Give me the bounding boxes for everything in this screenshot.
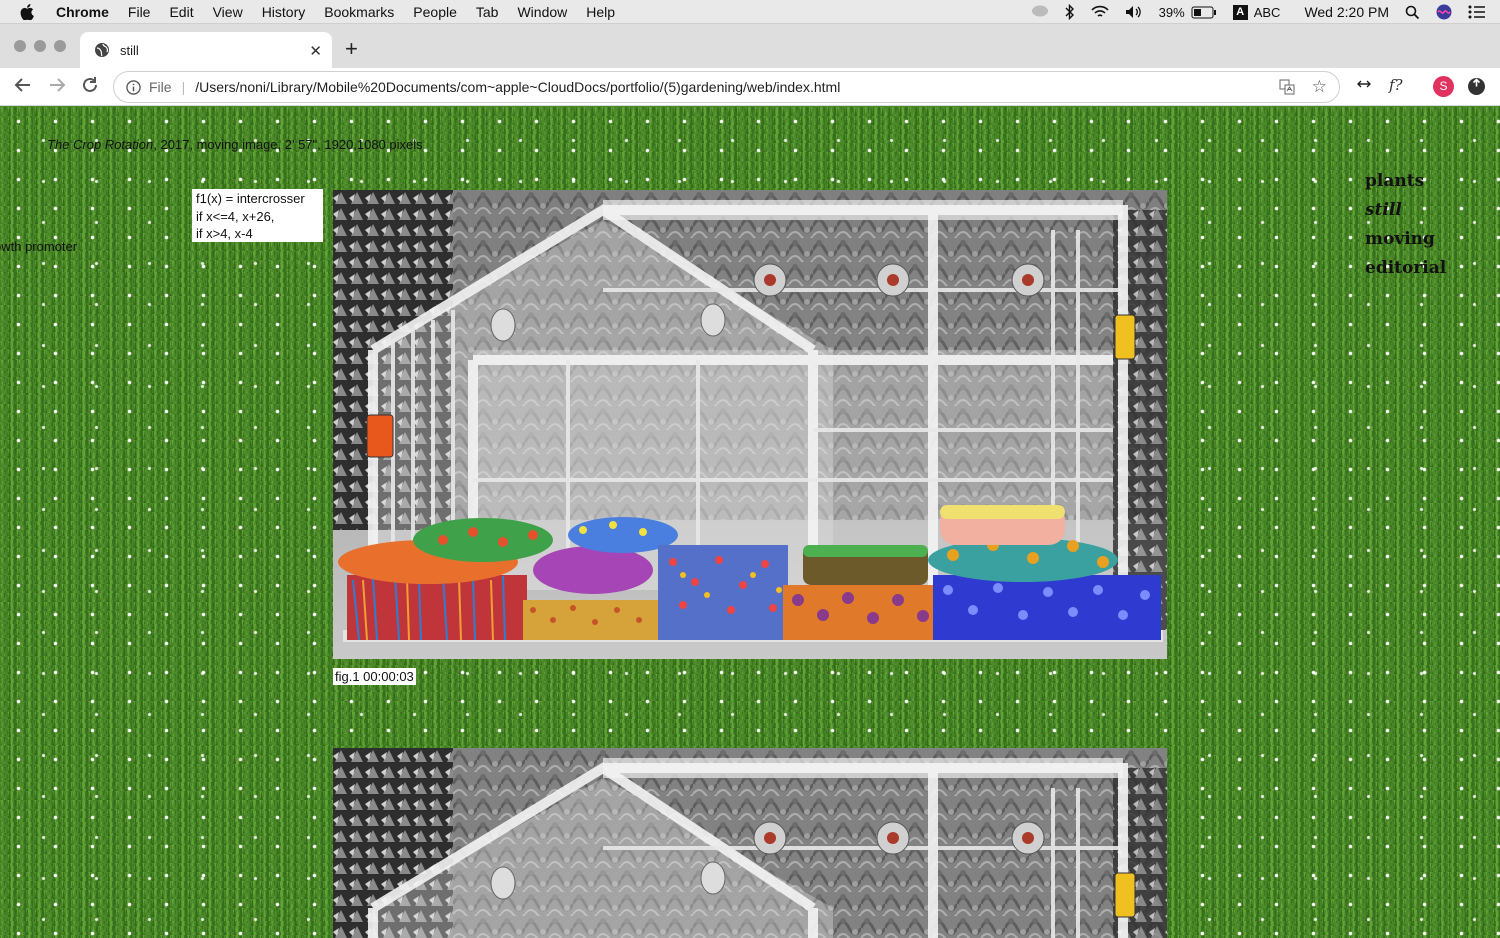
greenhouse-still-image-2 — [333, 748, 1167, 938]
translate-icon[interactable] — [1279, 79, 1295, 98]
browser-toolbar: File | /Users/noni/Library/Mobile%20Docu… — [0, 68, 1500, 106]
url-text[interactable]: /Users/noni/Library/Mobile%20Documents/c… — [195, 79, 840, 95]
nav-link-plants[interactable]: plants — [1365, 167, 1446, 196]
battery-percent: 39% — [1158, 4, 1185, 20]
globe-icon — [95, 43, 109, 57]
info-icon[interactable] — [126, 79, 141, 95]
figure-caption: fig.1 00:00:03 — [333, 668, 416, 685]
tab-still[interactable]: still ✕ — [80, 32, 332, 68]
function-line: if x>4, x-4 — [196, 226, 253, 241]
menu-view[interactable]: View — [213, 4, 243, 20]
battery-icon[interactable] — [1191, 6, 1217, 19]
spotlight-search-icon[interactable] — [1405, 5, 1420, 20]
menu-people[interactable]: People — [413, 4, 457, 20]
notification-center-icon[interactable] — [1468, 5, 1486, 19]
minimize-window-button[interactable] — [34, 40, 46, 52]
menu-file[interactable]: File — [128, 4, 151, 20]
bluetooth-icon[interactable] — [1065, 4, 1075, 20]
menu-bookmarks[interactable]: Bookmarks — [324, 4, 394, 20]
wifi-icon[interactable] — [1091, 5, 1109, 19]
close-tab-icon[interactable]: ✕ — [309, 42, 322, 60]
forward-arrow-icon[interactable] — [48, 76, 66, 98]
url-scheme-label: File — [149, 79, 172, 95]
nav-link-still[interactable]: still — [1365, 196, 1446, 225]
apple-logo-icon[interactable] — [20, 3, 38, 20]
close-window-button[interactable] — [14, 40, 26, 52]
new-tab-button[interactable]: + — [345, 38, 358, 60]
bookmark-star-icon[interactable]: ☆ — [1312, 77, 1327, 97]
menu-tab[interactable]: Tab — [476, 4, 499, 20]
menu-help[interactable]: Help — [586, 4, 615, 20]
extension-f-icon[interactable]: f? — [1389, 76, 1403, 94]
work-details: , 2017, moving image, 2' 57", 1920,1080 … — [153, 137, 423, 152]
menu-chrome[interactable]: Chrome — [56, 4, 109, 20]
profile-avatar[interactable]: S — [1433, 76, 1454, 97]
menu-window[interactable]: Window — [517, 4, 567, 20]
messages-icon[interactable] — [1031, 5, 1049, 19]
growth-promoter-label: owth promoter — [0, 239, 78, 254]
input-source-label: ABC — [1253, 4, 1281, 20]
url-separator: | — [181, 79, 186, 95]
window-controls — [14, 40, 66, 52]
work-title: The Crop Rotation — [47, 137, 154, 152]
back-arrow-icon[interactable] — [14, 76, 32, 98]
address-bar[interactable]: File | /Users/noni/Library/Mobile%20Docu… — [113, 71, 1340, 103]
page-content: The Crop Rotation, 2017, moving image, 2… — [0, 107, 1500, 938]
greenhouse-still-image — [333, 190, 1167, 659]
extension-arrows-icon[interactable] — [1356, 76, 1372, 96]
work-caption: The Crop Rotation, 2017, moving image, 2… — [47, 137, 423, 152]
function-line: if x<=4, x+26, — [196, 208, 275, 224]
site-nav: plants still moving editorial — [1365, 167, 1446, 283]
function-line: f1(x) = intercrosser — [196, 191, 305, 206]
reload-icon[interactable] — [81, 76, 99, 98]
nav-link-editorial[interactable]: editorial — [1365, 254, 1446, 283]
macos-menu-bar: Chrome File Edit View History Bookmarks … — [0, 0, 1500, 24]
chrome-update-icon[interactable] — [1468, 78, 1485, 95]
tab-title: still — [120, 42, 139, 58]
tab-strip: still ✕ + — [0, 24, 1500, 68]
function-box: f1(x) = intercrosser if x<=4, x+26, if x… — [192, 189, 323, 242]
zoom-window-button[interactable] — [54, 40, 66, 52]
input-source-icon[interactable]: A — [1232, 4, 1248, 20]
menu-edit[interactable]: Edit — [169, 4, 193, 20]
menu-history[interactable]: History — [262, 4, 306, 20]
siri-icon[interactable] — [1436, 4, 1452, 20]
menu-clock[interactable]: Wed 2:20 PM — [1304, 4, 1389, 20]
volume-icon[interactable] — [1125, 5, 1143, 19]
nav-link-moving[interactable]: moving — [1365, 225, 1446, 254]
